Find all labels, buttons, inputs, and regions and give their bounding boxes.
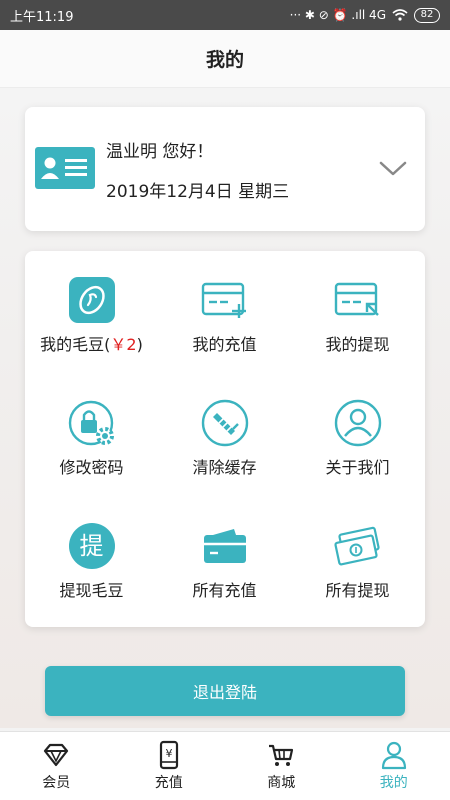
svg-text:¥: ¥: [165, 747, 172, 760]
broom-icon: [201, 399, 248, 447]
menu-my-withdraw-label: 我的提现: [325, 335, 390, 354]
beans-amount: ￥2: [110, 335, 137, 354]
current-date: 2019年12月4日 星期三: [106, 182, 290, 202]
tab-mall[interactable]: 商城: [225, 732, 338, 800]
user-info-card[interactable]: 温业明 您好！ 2019年12月4日 星期三: [25, 107, 425, 231]
menu-all-withdraw-label: 所有提现: [325, 581, 390, 600]
menu-clear-cache-label: 清除缓存: [192, 458, 257, 477]
status-time: 上午11:19: [10, 9, 74, 25]
menu-my-recharge[interactable]: 我的充值: [158, 251, 291, 369]
battery-indicator: 82: [414, 7, 440, 23]
banknotes-icon: [333, 526, 380, 566]
menu-withdraw-beans-label: 提现毛豆: [59, 581, 124, 600]
menu-about-us[interactable]: 关于我们: [291, 374, 424, 492]
wallet-icon: [203, 529, 246, 563]
menu-grid: 我的毛豆(￥2) 我的充值 我的提现 修改密码 清除缓存 关于我们 提 提现毛豆…: [25, 251, 425, 627]
wifi-icon: [392, 9, 408, 21]
menu-my-beans-label: 我的毛豆(￥2): [40, 331, 143, 355]
page-title: 我的: [205, 49, 244, 71]
menu-my-withdraw[interactable]: 我的提现: [291, 251, 424, 369]
menu-all-recharge[interactable]: 所有充值: [158, 497, 291, 615]
tab-recharge[interactable]: ¥ 充值: [113, 732, 226, 800]
person-icon: [381, 741, 406, 770]
tab-mine[interactable]: 我的: [338, 732, 450, 800]
user-greeting: 温业明 您好！: [106, 142, 214, 162]
status-indicators: ··· ✱ ⊘ ⏰ .ıll 4G 82: [289, 7, 440, 23]
diamond-icon: [44, 743, 69, 767]
menu-clear-cache[interactable]: 清除缓存: [158, 374, 291, 492]
lock-gear-icon: [68, 400, 114, 446]
withdraw-char-text: 提: [79, 532, 104, 560]
user-circle-icon: [334, 399, 381, 447]
phone-yen-icon: ¥: [159, 740, 178, 770]
cart-icon: [269, 744, 294, 766]
menu-all-withdraw[interactable]: 所有提现: [291, 497, 424, 615]
id-card-icon: [35, 147, 95, 189]
menu-withdraw-beans[interactable]: 提 提现毛豆: [25, 497, 158, 615]
logout-button[interactable]: 退出登陆: [45, 666, 405, 716]
menu-change-password-label: 修改密码: [59, 458, 124, 477]
signal-indicators: ··· ✱ ⊘ ⏰ .ıll 4G: [289, 8, 386, 22]
chevron-down-icon[interactable]: [377, 157, 409, 179]
bean-icon: [68, 277, 115, 323]
tab-member[interactable]: 会员: [0, 732, 113, 800]
tab-recharge-label: 充值: [154, 775, 183, 791]
menu-my-beans[interactable]: 我的毛豆(￥2): [25, 251, 158, 369]
card-add-icon: [201, 282, 246, 318]
menu-change-password[interactable]: 修改密码: [25, 374, 158, 492]
beans-label-text: 我的毛豆(: [40, 335, 111, 354]
menu-my-recharge-label: 我的充值: [192, 335, 257, 354]
menu-about-us-label: 关于我们: [325, 458, 390, 477]
tab-member-label: 会员: [42, 775, 71, 791]
status-bar: 上午11:19 ··· ✱ ⊘ ⏰ .ıll 4G 82: [0, 0, 450, 30]
card-withdraw-icon: [334, 282, 379, 316]
page-header: 我的: [0, 30, 450, 88]
bottom-tab-bar: 会员 ¥ 充值 商城 我的: [0, 731, 450, 800]
menu-all-recharge-label: 所有充值: [192, 581, 257, 600]
tab-mall-label: 商城: [267, 775, 296, 791]
tab-mine-label: 我的: [379, 775, 408, 791]
beans-label-close: ): [136, 335, 143, 354]
